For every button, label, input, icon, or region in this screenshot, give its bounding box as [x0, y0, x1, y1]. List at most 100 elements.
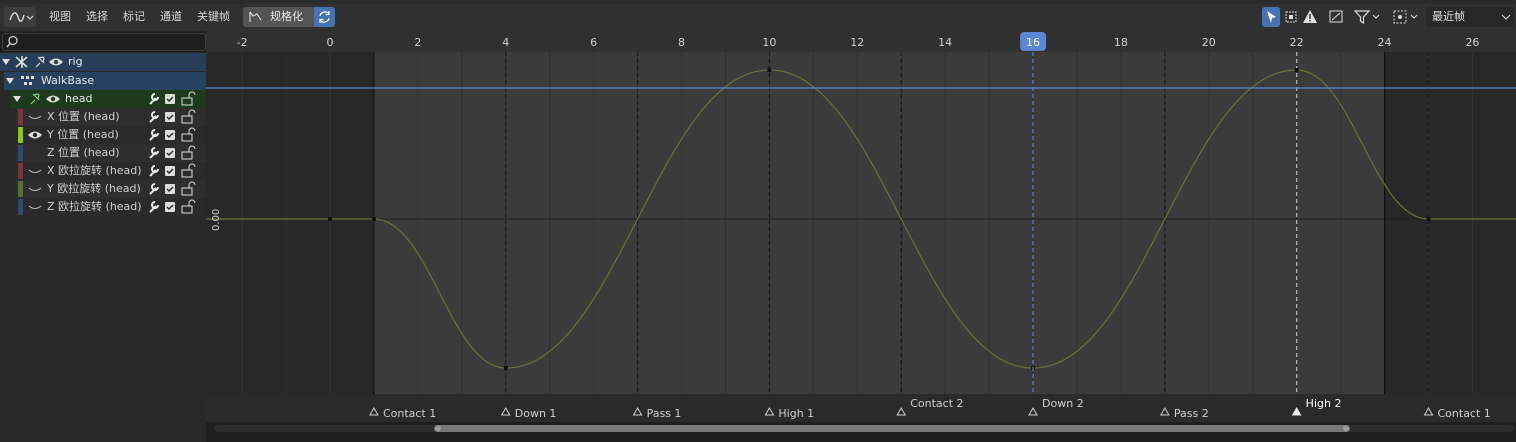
marker-label[interactable]: High 1 [778, 407, 814, 420]
channel-search-input[interactable] [2, 33, 206, 51]
ruler-tick-label: 6 [590, 36, 597, 49]
disclosure-triangle-icon[interactable] [12, 90, 24, 108]
menu-marker[interactable]: 标记 [123, 7, 145, 27]
normalize-icon [249, 11, 262, 22]
channel-group-label: head [65, 92, 93, 105]
marker-label[interactable]: Down 2 [1042, 397, 1084, 410]
fcurve-row-y-rotation[interactable]: Y 欧拉旋转 (head) [16, 180, 206, 198]
unlock-icon[interactable] [180, 198, 196, 216]
marker-label[interactable]: Contact 2 [910, 397, 963, 410]
marker-label[interactable]: Contact 1 [1438, 407, 1491, 420]
keyframe-point[interactable] [1426, 217, 1431, 221]
wrench-icon[interactable] [147, 198, 161, 216]
marker-label[interactable]: Down 1 [515, 407, 557, 420]
checkbox-icon[interactable] [164, 180, 178, 198]
ruler-tick-label: 22 [1290, 36, 1304, 49]
marker-label[interactable]: High 2 [1306, 397, 1342, 410]
select-only-visible-button[interactable] [1262, 7, 1280, 27]
eye-closed-icon[interactable] [27, 108, 43, 126]
disclosure-triangle-icon[interactable] [1, 53, 13, 71]
frame-icon [1329, 10, 1343, 23]
graph-canvas[interactable]: -202468101214161820222426160.00Contact 1… [206, 31, 1516, 442]
editor-type-button[interactable] [4, 7, 36, 27]
wrench-icon[interactable] [147, 144, 161, 162]
keyframe-point[interactable] [371, 217, 376, 221]
fcurve-color-swatch [18, 163, 23, 179]
wrench-icon[interactable] [147, 126, 161, 144]
refresh-icon [319, 11, 330, 23]
warning-button[interactable] [1301, 7, 1319, 27]
eye-icon[interactable] [27, 126, 43, 144]
menu-select[interactable]: 选择 [86, 7, 108, 27]
checkbox-icon[interactable] [164, 144, 178, 162]
eye-closed-icon[interactable] [27, 162, 43, 180]
fcurve-color-swatch [18, 145, 23, 161]
channel-object-rig[interactable]: rig [0, 53, 206, 71]
eye-closed-icon[interactable] [27, 180, 43, 198]
keyframe-point[interactable] [1294, 68, 1299, 72]
chevron-down-icon [1501, 14, 1511, 20]
auto-normalize-button[interactable] [314, 7, 335, 27]
checkbox-icon[interactable] [164, 90, 178, 108]
checkbox-icon[interactable] [164, 126, 178, 144]
fcurve-label: Z 位置 (head) [47, 146, 120, 159]
snap-dropdown[interactable]: 最近帧 [1426, 7, 1514, 27]
channel-group-head[interactable]: head [10, 90, 206, 108]
unlock-icon[interactable] [180, 144, 196, 162]
fcurve-row-z-rotation[interactable]: Z 欧拉旋转 (head) [16, 198, 206, 216]
scrollbar-handle-left[interactable] [435, 425, 441, 432]
checkbox-icon[interactable] [164, 198, 178, 216]
unlock-icon[interactable] [180, 108, 196, 126]
pin-icon[interactable] [27, 90, 43, 108]
pivot-icon [1393, 10, 1418, 24]
fcurve-row-x-rotation[interactable]: X 欧拉旋转 (head) [16, 162, 206, 180]
disclosure-triangle-icon[interactable] [5, 72, 17, 90]
checkbox-icon[interactable] [164, 108, 178, 126]
ruler-tick-label: -2 [237, 36, 248, 49]
wrench-icon[interactable] [147, 108, 161, 126]
only-selected-keyframes-button[interactable] [1327, 7, 1345, 27]
menu-view[interactable]: 视图 [49, 7, 71, 27]
fcurve-label: Y 欧拉旋转 (head) [47, 182, 141, 195]
normalize-toggle[interactable]: 规格化 [243, 7, 335, 27]
ruler-tick-label: 0 [327, 36, 334, 49]
checkbox-icon[interactable] [164, 162, 178, 180]
marker-label[interactable]: Pass 2 [1174, 407, 1209, 420]
keyframe-point[interactable] [503, 366, 508, 370]
eye-icon[interactable] [45, 90, 61, 108]
ruler-tick-label: 12 [850, 36, 864, 49]
keyframe-point[interactable] [328, 217, 332, 221]
unlock-icon[interactable] [180, 180, 196, 198]
eye-icon[interactable] [48, 53, 64, 71]
fcurve-row-y-location[interactable]: Y 位置 (head) [16, 126, 206, 144]
unlock-icon[interactable] [180, 162, 196, 180]
channel-action-label: WalkBase [41, 74, 95, 87]
fcurve-label: X 欧拉旋转 (head) [47, 164, 142, 177]
show-handles-button[interactable] [1282, 7, 1300, 27]
wrench-icon[interactable] [147, 90, 161, 108]
channel-region: rig WalkBase head X 位置 (head) Y 位置 (head… [0, 52, 206, 442]
filter-dropdown[interactable] [1352, 7, 1384, 27]
action-icon [21, 76, 34, 85]
ruler-tick-label: 24 [1378, 36, 1392, 49]
channel-action-walkbase[interactable]: WalkBase [4, 72, 206, 90]
fcurve-row-z-location[interactable]: Z 位置 (head) [16, 144, 206, 162]
pivot-dropdown[interactable] [1391, 7, 1421, 27]
channel-object-label: rig [68, 55, 83, 68]
marker-label[interactable]: Contact 1 [383, 407, 436, 420]
keyframe-point[interactable] [767, 68, 772, 72]
unlock-icon[interactable] [180, 90, 196, 108]
marker-label[interactable]: Pass 1 [647, 407, 682, 420]
fcurve-color-swatch [18, 127, 23, 143]
pin-icon[interactable] [32, 53, 48, 71]
scrollbar-handle-right[interactable] [1343, 425, 1349, 432]
menu-key[interactable]: 关键帧 [197, 7, 230, 27]
wrench-icon[interactable] [147, 162, 161, 180]
eye-closed-icon[interactable] [27, 198, 43, 216]
fcurve-label: Z 欧拉旋转 (head) [47, 200, 142, 213]
horizontal-scrollbar[interactable] [434, 425, 1350, 432]
wrench-icon[interactable] [147, 180, 161, 198]
menu-channel[interactable]: 通道 [160, 7, 182, 27]
fcurve-row-x-location[interactable]: X 位置 (head) [16, 108, 206, 126]
unlock-icon[interactable] [180, 126, 196, 144]
